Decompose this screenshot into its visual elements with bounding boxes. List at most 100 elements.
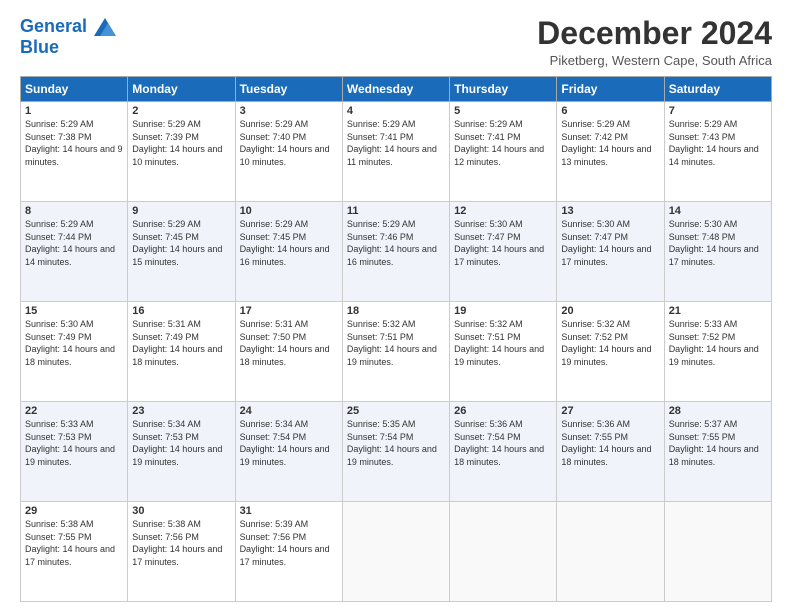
calendar-header-row: SundayMondayTuesdayWednesdayThursdayFrid… [21, 77, 772, 102]
calendar-table: SundayMondayTuesdayWednesdayThursdayFrid… [20, 76, 772, 602]
day-number: 2 [132, 105, 230, 117]
day-number: 23 [132, 405, 230, 417]
col-header-sunday: Sunday [21, 77, 128, 102]
calendar-day-31: 31 Sunrise: 5:39 AM Sunset: 7:56 PM Dayl… [235, 502, 342, 602]
calendar-day-10: 10 Sunrise: 5:29 AM Sunset: 7:45 PM Dayl… [235, 202, 342, 302]
calendar-day-28: 28 Sunrise: 5:37 AM Sunset: 7:55 PM Dayl… [664, 402, 771, 502]
cell-info: Sunrise: 5:36 AM Sunset: 7:55 PM Dayligh… [561, 418, 659, 468]
calendar-day-1: 1 Sunrise: 5:29 AM Sunset: 7:38 PM Dayli… [21, 102, 128, 202]
calendar-day-11: 11 Sunrise: 5:29 AM Sunset: 7:46 PM Dayl… [342, 202, 449, 302]
calendar-day-15: 15 Sunrise: 5:30 AM Sunset: 7:49 PM Dayl… [21, 302, 128, 402]
calendar-day-26: 26 Sunrise: 5:36 AM Sunset: 7:54 PM Dayl… [450, 402, 557, 502]
col-header-friday: Friday [557, 77, 664, 102]
cell-info: Sunrise: 5:29 AM Sunset: 7:38 PM Dayligh… [25, 118, 123, 168]
calendar-week-5: 29 Sunrise: 5:38 AM Sunset: 7:55 PM Dayl… [21, 502, 772, 602]
calendar-day-4: 4 Sunrise: 5:29 AM Sunset: 7:41 PM Dayli… [342, 102, 449, 202]
calendar-day-5: 5 Sunrise: 5:29 AM Sunset: 7:41 PM Dayli… [450, 102, 557, 202]
empty-cell [450, 502, 557, 602]
cell-info: Sunrise: 5:32 AM Sunset: 7:51 PM Dayligh… [454, 318, 552, 368]
day-number: 5 [454, 105, 552, 117]
day-number: 20 [561, 305, 659, 317]
empty-cell [342, 502, 449, 602]
calendar-day-14: 14 Sunrise: 5:30 AM Sunset: 7:48 PM Dayl… [664, 202, 771, 302]
calendar-day-18: 18 Sunrise: 5:32 AM Sunset: 7:51 PM Dayl… [342, 302, 449, 402]
logo-blue: Blue [20, 37, 116, 58]
cell-info: Sunrise: 5:33 AM Sunset: 7:53 PM Dayligh… [25, 418, 123, 468]
calendar-day-20: 20 Sunrise: 5:32 AM Sunset: 7:52 PM Dayl… [557, 302, 664, 402]
logo-icon [94, 18, 116, 36]
day-number: 29 [25, 505, 123, 517]
cell-info: Sunrise: 5:30 AM Sunset: 7:47 PM Dayligh… [561, 218, 659, 268]
calendar-day-25: 25 Sunrise: 5:35 AM Sunset: 7:54 PM Dayl… [342, 402, 449, 502]
day-number: 14 [669, 205, 767, 217]
day-number: 18 [347, 305, 445, 317]
cell-info: Sunrise: 5:29 AM Sunset: 7:46 PM Dayligh… [347, 218, 445, 268]
day-number: 9 [132, 205, 230, 217]
col-header-monday: Monday [128, 77, 235, 102]
location: Piketberg, Western Cape, South Africa [537, 53, 772, 68]
cell-info: Sunrise: 5:32 AM Sunset: 7:51 PM Dayligh… [347, 318, 445, 368]
calendar-day-6: 6 Sunrise: 5:29 AM Sunset: 7:42 PM Dayli… [557, 102, 664, 202]
cell-info: Sunrise: 5:29 AM Sunset: 7:43 PM Dayligh… [669, 118, 767, 168]
cell-info: Sunrise: 5:29 AM Sunset: 7:42 PM Dayligh… [561, 118, 659, 168]
calendar-day-13: 13 Sunrise: 5:30 AM Sunset: 7:47 PM Dayl… [557, 202, 664, 302]
cell-info: Sunrise: 5:38 AM Sunset: 7:55 PM Dayligh… [25, 518, 123, 568]
day-number: 16 [132, 305, 230, 317]
calendar-week-4: 22 Sunrise: 5:33 AM Sunset: 7:53 PM Dayl… [21, 402, 772, 502]
day-number: 15 [25, 305, 123, 317]
day-number: 6 [561, 105, 659, 117]
calendar-day-7: 7 Sunrise: 5:29 AM Sunset: 7:43 PM Dayli… [664, 102, 771, 202]
page: General Blue December 2024 Piketberg, We… [0, 0, 792, 612]
cell-info: Sunrise: 5:34 AM Sunset: 7:53 PM Dayligh… [132, 418, 230, 468]
calendar-day-19: 19 Sunrise: 5:32 AM Sunset: 7:51 PM Dayl… [450, 302, 557, 402]
cell-info: Sunrise: 5:31 AM Sunset: 7:50 PM Dayligh… [240, 318, 338, 368]
cell-info: Sunrise: 5:29 AM Sunset: 7:41 PM Dayligh… [454, 118, 552, 168]
col-header-thursday: Thursday [450, 77, 557, 102]
cell-info: Sunrise: 5:34 AM Sunset: 7:54 PM Dayligh… [240, 418, 338, 468]
day-number: 31 [240, 505, 338, 517]
calendar-day-21: 21 Sunrise: 5:33 AM Sunset: 7:52 PM Dayl… [664, 302, 771, 402]
cell-info: Sunrise: 5:36 AM Sunset: 7:54 PM Dayligh… [454, 418, 552, 468]
header: General Blue December 2024 Piketberg, We… [20, 16, 772, 68]
day-number: 1 [25, 105, 123, 117]
cell-info: Sunrise: 5:29 AM Sunset: 7:45 PM Dayligh… [240, 218, 338, 268]
day-number: 30 [132, 505, 230, 517]
calendar-day-3: 3 Sunrise: 5:29 AM Sunset: 7:40 PM Dayli… [235, 102, 342, 202]
day-number: 11 [347, 205, 445, 217]
day-number: 28 [669, 405, 767, 417]
calendar-day-29: 29 Sunrise: 5:38 AM Sunset: 7:55 PM Dayl… [21, 502, 128, 602]
calendar-day-17: 17 Sunrise: 5:31 AM Sunset: 7:50 PM Dayl… [235, 302, 342, 402]
day-number: 8 [25, 205, 123, 217]
cell-info: Sunrise: 5:35 AM Sunset: 7:54 PM Dayligh… [347, 418, 445, 468]
empty-cell [557, 502, 664, 602]
calendar-day-22: 22 Sunrise: 5:33 AM Sunset: 7:53 PM Dayl… [21, 402, 128, 502]
logo-text: General [20, 16, 116, 37]
col-header-tuesday: Tuesday [235, 77, 342, 102]
cell-info: Sunrise: 5:39 AM Sunset: 7:56 PM Dayligh… [240, 518, 338, 568]
calendar-week-2: 8 Sunrise: 5:29 AM Sunset: 7:44 PM Dayli… [21, 202, 772, 302]
calendar-day-12: 12 Sunrise: 5:30 AM Sunset: 7:47 PM Dayl… [450, 202, 557, 302]
day-number: 22 [25, 405, 123, 417]
day-number: 27 [561, 405, 659, 417]
day-number: 24 [240, 405, 338, 417]
col-header-wednesday: Wednesday [342, 77, 449, 102]
col-header-saturday: Saturday [664, 77, 771, 102]
cell-info: Sunrise: 5:29 AM Sunset: 7:45 PM Dayligh… [132, 218, 230, 268]
calendar-day-16: 16 Sunrise: 5:31 AM Sunset: 7:49 PM Dayl… [128, 302, 235, 402]
day-number: 13 [561, 205, 659, 217]
calendar-day-23: 23 Sunrise: 5:34 AM Sunset: 7:53 PM Dayl… [128, 402, 235, 502]
day-number: 7 [669, 105, 767, 117]
calendar-day-27: 27 Sunrise: 5:36 AM Sunset: 7:55 PM Dayl… [557, 402, 664, 502]
cell-info: Sunrise: 5:29 AM Sunset: 7:41 PM Dayligh… [347, 118, 445, 168]
cell-info: Sunrise: 5:30 AM Sunset: 7:47 PM Dayligh… [454, 218, 552, 268]
day-number: 10 [240, 205, 338, 217]
cell-info: Sunrise: 5:29 AM Sunset: 7:40 PM Dayligh… [240, 118, 338, 168]
day-number: 17 [240, 305, 338, 317]
cell-info: Sunrise: 5:29 AM Sunset: 7:39 PM Dayligh… [132, 118, 230, 168]
calendar-day-30: 30 Sunrise: 5:38 AM Sunset: 7:56 PM Dayl… [128, 502, 235, 602]
cell-info: Sunrise: 5:31 AM Sunset: 7:49 PM Dayligh… [132, 318, 230, 368]
cell-info: Sunrise: 5:32 AM Sunset: 7:52 PM Dayligh… [561, 318, 659, 368]
cell-info: Sunrise: 5:30 AM Sunset: 7:48 PM Dayligh… [669, 218, 767, 268]
cell-info: Sunrise: 5:29 AM Sunset: 7:44 PM Dayligh… [25, 218, 123, 268]
calendar-day-2: 2 Sunrise: 5:29 AM Sunset: 7:39 PM Dayli… [128, 102, 235, 202]
